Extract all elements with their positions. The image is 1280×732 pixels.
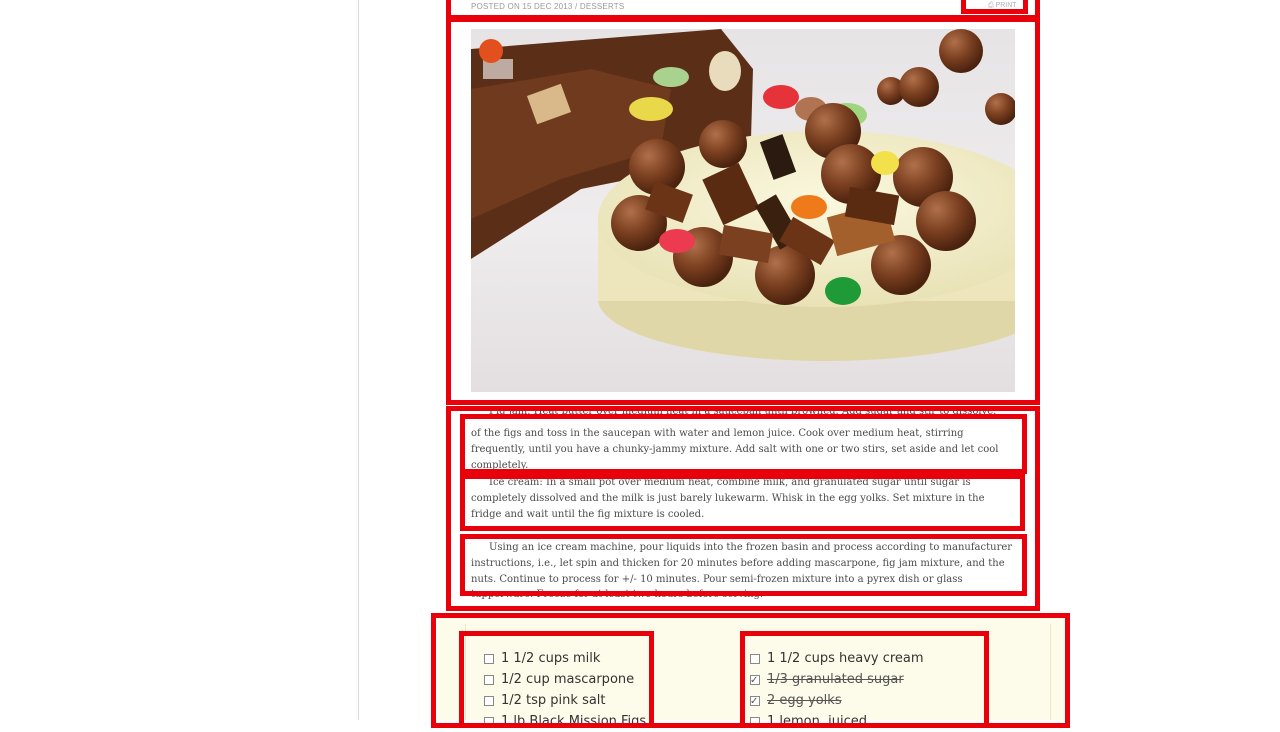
- highlight-box-ingredients-left: [459, 631, 654, 728]
- highlight-box-ingredients-right: [740, 631, 989, 728]
- highlight-box-photo: [446, 17, 1040, 405]
- sidebar-divider: [358, 0, 359, 720]
- highlight-box-print: [961, 0, 1028, 14]
- highlight-box-paragraph-2: [460, 474, 1025, 531]
- highlight-box-paragraph-1: [460, 414, 1027, 474]
- highlight-box-paragraph-3: [460, 534, 1027, 596]
